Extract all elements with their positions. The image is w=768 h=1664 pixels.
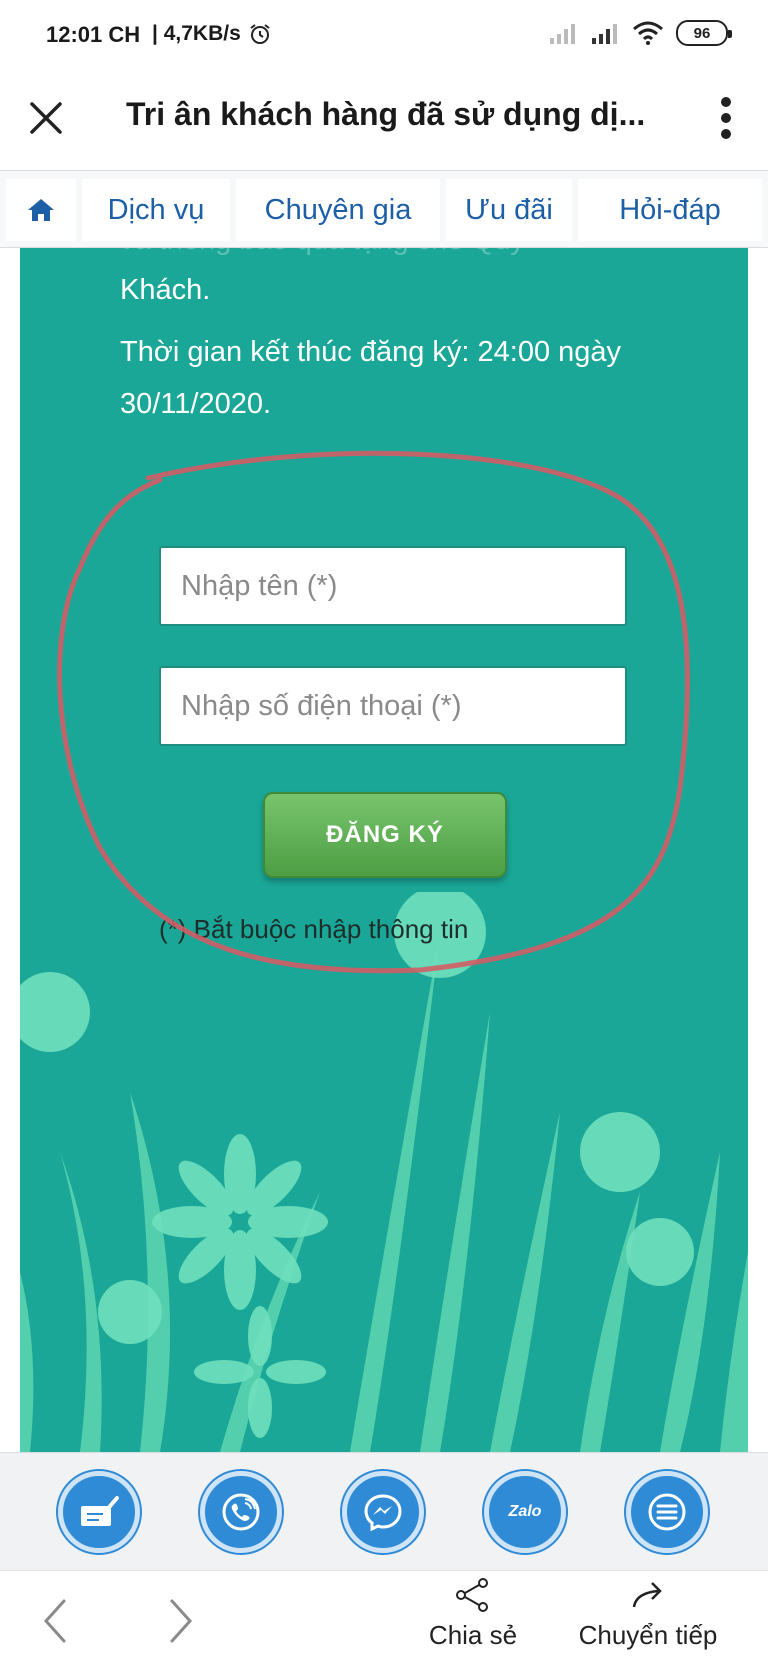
messenger-icon: [364, 1494, 402, 1532]
signal-icon: [592, 24, 617, 44]
nav-chuyen-gia[interactable]: Chuyên gia: [236, 179, 440, 241]
back-arrow-icon: [43, 1599, 66, 1643]
register-button[interactable]: ĐĂNG KÝ: [263, 792, 507, 878]
name-placeholder: Nhập tên (*): [181, 569, 338, 602]
name-input[interactable]: Nhập tên (*): [159, 546, 627, 626]
forward-share-icon: [632, 1582, 662, 1608]
clipped-text: và thông báo quà tặng cho Quý: [120, 248, 525, 257]
decorative-flowers: [20, 892, 748, 1452]
contact-action-bar: Zalo: [0, 1452, 768, 1570]
status-bar: 12:01 CH | 4,7KB/s 96: [0, 0, 768, 68]
status-speed: | 4,7KB/s: [152, 22, 241, 45]
zalo-icon: Zalo: [508, 1503, 542, 1520]
page-title: Tri ân khách hàng đã sử dụng dị...: [126, 96, 646, 132]
phone-call-button[interactable]: [200, 1471, 282, 1553]
forward-arrow-icon: [170, 1599, 193, 1643]
close-icon: [30, 102, 62, 134]
signal-icon: [550, 24, 575, 44]
share-label: Chia sẻ: [428, 1620, 518, 1650]
paragraph-deadline: Thời gian kết thúc đăng ký: 24:00 ngày 3…: [120, 336, 622, 420]
menu-button[interactable]: [626, 1471, 708, 1553]
title-bar: Tri ân khách hàng đã sử dụng dị...: [0, 68, 768, 170]
nav-uu-dai[interactable]: Ưu đãi: [446, 179, 572, 241]
status-icons: 96: [548, 20, 732, 46]
zalo-button[interactable]: Zalo: [484, 1471, 566, 1553]
required-note: (*) Bắt buộc nhập thông tin: [159, 914, 469, 944]
paragraph-customer: Khách.: [120, 274, 211, 306]
more-options-button[interactable]: [706, 88, 746, 148]
forward-button[interactable]: [160, 1589, 200, 1649]
more-vertical-icon: [721, 97, 731, 139]
home-icon: [28, 199, 54, 221]
share-icon: [456, 1578, 488, 1612]
phone-call-icon: [222, 1493, 260, 1531]
forward-share-button[interactable]: Chuyển tiếp: [568, 1577, 728, 1651]
share-button[interactable]: Chia sẻ: [418, 1577, 528, 1651]
phone-placeholder: Nhập số điện thoại (*): [181, 689, 462, 722]
close-button[interactable]: [20, 92, 72, 144]
promo-content: và thông báo quà tặng cho Quý Khách. Thờ…: [20, 248, 748, 1452]
wifi-icon: [633, 21, 663, 45]
nav-dich-vu[interactable]: Dịch vụ: [82, 179, 230, 241]
browser-bottom-bar: Chia sẻ Chuyển tiếp: [0, 1570, 768, 1664]
messenger-button[interactable]: [342, 1471, 424, 1553]
register-form-button[interactable]: [58, 1471, 140, 1553]
alarm-icon: [250, 24, 270, 44]
menu-icon: [648, 1493, 686, 1531]
phone-input[interactable]: Nhập số điện thoại (*): [159, 666, 627, 746]
nav-home[interactable]: [6, 179, 76, 241]
page: 12:01 CH | 4,7KB/s 96 Tri ân khách hàng …: [0, 0, 768, 1664]
forward-label: Chuyển tiếp: [578, 1620, 718, 1650]
battery-icon: 96: [676, 20, 732, 46]
back-button[interactable]: [36, 1589, 76, 1649]
status-time: 12:01 CH: [46, 22, 141, 47]
register-form-icon: [81, 1496, 119, 1526]
nav-hoi-dap[interactable]: Hỏi-đáp: [578, 179, 762, 241]
top-nav: Dịch vụ Chuyên gia Ưu đãi Hỏi-đáp: [0, 170, 768, 248]
